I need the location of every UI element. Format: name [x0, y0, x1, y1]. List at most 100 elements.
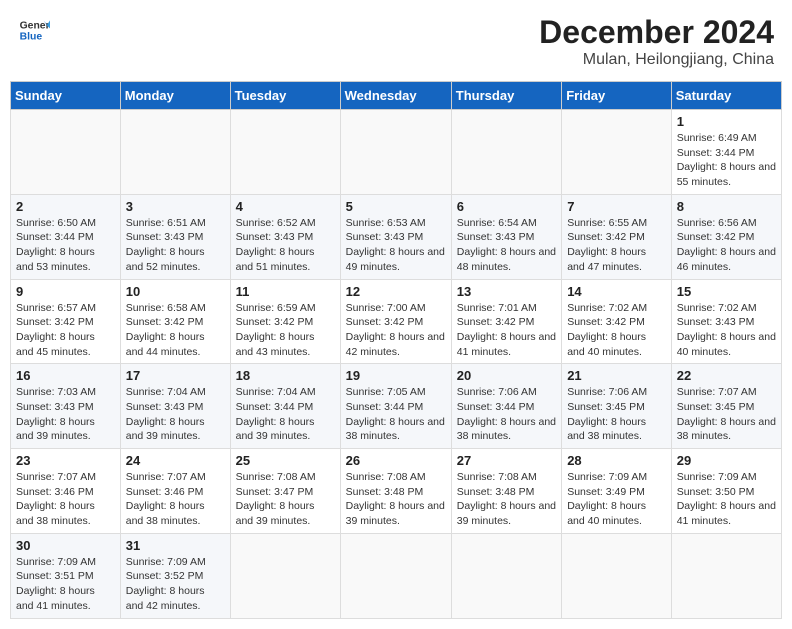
- calendar-cell: 11 Sunrise: 6:59 AMSunset: 3:42 PMDayligh…: [230, 279, 340, 364]
- day-info: Sunrise: 6:55 AMSunset: 3:42 PMDaylight:…: [567, 216, 666, 275]
- calendar-week-row: 1 Sunrise: 6:49 AMSunset: 3:44 PMDaylight…: [11, 110, 782, 195]
- day-number: 4: [236, 199, 335, 214]
- day-number: 7: [567, 199, 666, 214]
- calendar-week-row: 9Sunrise: 6:57 AMSunset: 3:42 PMDaylight…: [11, 279, 782, 364]
- column-header-saturday: Saturday: [671, 82, 781, 110]
- calendar-cell: 6Sunrise: 6:54 AMSunset: 3:43 PMDaylight…: [451, 194, 561, 279]
- day-info: Sunrise: 7:08 AMSunset: 3:48 PMDaylight:…: [457, 470, 556, 529]
- day-info: Sunrise: 7:02 AMSunset: 3:42 PMDaylight:…: [567, 301, 666, 360]
- column-header-sunday: Sunday: [11, 82, 121, 110]
- day-number: 31: [126, 538, 225, 553]
- day-info: Sunrise: 7:07 AMSunset: 3:46 PMDaylight:…: [126, 470, 225, 529]
- day-number: 22: [677, 368, 776, 383]
- day-number: 21: [567, 368, 666, 383]
- day-info: Sunrise: 6:50 AMSunset: 3:44 PMDaylight:…: [16, 216, 115, 275]
- calendar-cell: 2 Sunrise: 6:50 AMSunset: 3:44 PMDaylight…: [11, 194, 121, 279]
- svg-text:Blue: Blue: [20, 32, 43, 43]
- day-info: Sunrise: 7:08 AMSunset: 3:48 PMDaylight:…: [346, 470, 446, 529]
- day-info: Sunrise: 6:52 AMSunset: 3:43 PMDaylight:…: [236, 216, 335, 275]
- day-info: Sunrise: 7:06 AMSunset: 3:45 PMDaylight:…: [567, 385, 666, 444]
- day-info: Sunrise: 6:54 AMSunset: 3:43 PMDaylight:…: [457, 216, 556, 275]
- day-info: Sunrise: 7:02 AMSunset: 3:43 PMDaylight:…: [677, 301, 776, 360]
- svg-text:General: General: [20, 20, 50, 31]
- calendar-cell: 13Sunrise: 7:01 AMSunset: 3:42 PMDayligh…: [451, 279, 561, 364]
- calendar-cell: 8 Sunrise: 6:56 AMSunset: 3:42 PMDaylight…: [671, 194, 781, 279]
- day-number: 12: [346, 284, 446, 299]
- calendar-cell: 16 Sunrise: 7:03 AMSunset: 3:43 PMDayligh…: [11, 364, 121, 449]
- calendar-cell: 4 Sunrise: 6:52 AMSunset: 3:43 PMDaylight…: [230, 194, 340, 279]
- calendar-cell: 15 Sunrise: 7:02 AMSunset: 3:43 PMDayligh…: [671, 279, 781, 364]
- day-info: Sunrise: 6:58 AMSunset: 3:42 PMDaylight:…: [126, 301, 225, 360]
- day-number: 26: [346, 453, 446, 468]
- column-header-thursday: Thursday: [451, 82, 561, 110]
- day-info: Sunrise: 7:05 AMSunset: 3:44 PMDaylight:…: [346, 385, 446, 444]
- calendar-week-row: 23 Sunrise: 7:07 AMSunset: 3:46 PMDayligh…: [11, 449, 782, 534]
- calendar-cell: [451, 110, 561, 195]
- day-info: Sunrise: 6:49 AMSunset: 3:44 PMDaylight:…: [677, 131, 776, 190]
- day-info: Sunrise: 6:53 AMSunset: 3:43 PMDaylight:…: [346, 216, 446, 275]
- day-number: 2: [16, 199, 115, 214]
- calendar-week-row: 16 Sunrise: 7:03 AMSunset: 3:43 PMDayligh…: [11, 364, 782, 449]
- calendar-cell: 30Sunrise: 7:09 AMSunset: 3:51 PMDayligh…: [11, 533, 121, 618]
- column-header-wednesday: Wednesday: [340, 82, 451, 110]
- day-info: Sunrise: 6:59 AMSunset: 3:42 PMDaylight:…: [236, 301, 335, 360]
- day-info: Sunrise: 7:09 AMSunset: 3:49 PMDaylight:…: [567, 470, 666, 529]
- calendar-cell: 26 Sunrise: 7:08 AMSunset: 3:48 PMDayligh…: [340, 449, 451, 534]
- calendar-table: SundayMondayTuesdayWednesdayThursdayFrid…: [10, 81, 782, 619]
- calendar-cell: 1 Sunrise: 6:49 AMSunset: 3:44 PMDaylight…: [671, 110, 781, 195]
- logo: General Blue: [18, 14, 50, 46]
- day-info: Sunrise: 7:08 AMSunset: 3:47 PMDaylight:…: [236, 470, 335, 529]
- day-number: 8: [677, 199, 776, 214]
- day-info: Sunrise: 7:03 AMSunset: 3:43 PMDaylight:…: [16, 385, 115, 444]
- day-number: 29: [677, 453, 776, 468]
- day-info: Sunrise: 7:00 AMSunset: 3:42 PMDaylight:…: [346, 301, 446, 360]
- title-block: December 2024 Mulan, Heilongjiang, China: [539, 14, 774, 69]
- day-number: 25: [236, 453, 335, 468]
- day-number: 11: [236, 284, 335, 299]
- day-info: Sunrise: 7:09 AMSunset: 3:50 PMDaylight:…: [677, 470, 776, 529]
- calendar-cell: [230, 533, 340, 618]
- calendar-header-row: SundayMondayTuesdayWednesdayThursdayFrid…: [11, 82, 782, 110]
- day-number: 30: [16, 538, 115, 553]
- day-number: 3: [126, 199, 225, 214]
- day-number: 19: [346, 368, 446, 383]
- calendar-cell: [671, 533, 781, 618]
- day-info: Sunrise: 6:56 AMSunset: 3:42 PMDaylight:…: [677, 216, 776, 275]
- column-header-friday: Friday: [562, 82, 672, 110]
- calendar-cell: 9Sunrise: 6:57 AMSunset: 3:42 PMDaylight…: [11, 279, 121, 364]
- column-header-tuesday: Tuesday: [230, 82, 340, 110]
- day-info: Sunrise: 7:01 AMSunset: 3:42 PMDaylight:…: [457, 301, 556, 360]
- calendar-cell: 7 Sunrise: 6:55 AMSunset: 3:42 PMDaylight…: [562, 194, 672, 279]
- day-info: Sunrise: 7:07 AMSunset: 3:45 PMDaylight:…: [677, 385, 776, 444]
- calendar-cell: 23Sunrise: 7:07 AMSunset: 3:46 PMDayligh…: [11, 449, 121, 534]
- day-number: 14: [567, 284, 666, 299]
- calendar-cell: 5 Sunrise: 6:53 AMSunset: 3:43 PMDaylight…: [340, 194, 451, 279]
- calendar-cell: [230, 110, 340, 195]
- day-number: 5: [346, 199, 446, 214]
- calendar-cell: 25 Sunrise: 7:08 AMSunset: 3:47 PMDayligh…: [230, 449, 340, 534]
- day-number: 16: [16, 368, 115, 383]
- calendar-cell: 28 Sunrise: 7:09 AMSunset: 3:49 PMDayligh…: [562, 449, 672, 534]
- calendar-cell: [340, 110, 451, 195]
- day-number: 15: [677, 284, 776, 299]
- day-info: Sunrise: 6:57 AMSunset: 3:42 PMDaylight:…: [16, 301, 115, 360]
- calendar-cell: 29 Sunrise: 7:09 AMSunset: 3:50 PMDayligh…: [671, 449, 781, 534]
- day-number: 23: [16, 453, 115, 468]
- calendar-cell: 14 Sunrise: 7:02 AMSunset: 3:42 PMDayligh…: [562, 279, 672, 364]
- calendar-cell: 24 Sunrise: 7:07 AMSunset: 3:46 PMDayligh…: [120, 449, 230, 534]
- calendar-cell: [562, 110, 672, 195]
- day-number: 24: [126, 453, 225, 468]
- day-number: 1: [677, 114, 776, 129]
- calendar-cell: 12 Sunrise: 7:00 AMSunset: 3:42 PMDayligh…: [340, 279, 451, 364]
- logo-icon: General Blue: [18, 14, 50, 46]
- subtitle: Mulan, Heilongjiang, China: [539, 51, 774, 69]
- calendar-cell: 31Sunrise: 7:09 AMSunset: 3:52 PMDayligh…: [120, 533, 230, 618]
- day-info: Sunrise: 7:04 AMSunset: 3:44 PMDaylight:…: [236, 385, 335, 444]
- calendar-cell: [11, 110, 121, 195]
- calendar-week-row: 2 Sunrise: 6:50 AMSunset: 3:44 PMDaylight…: [11, 194, 782, 279]
- calendar-cell: 10Sunrise: 6:58 AMSunset: 3:42 PMDayligh…: [120, 279, 230, 364]
- day-number: 28: [567, 453, 666, 468]
- calendar-cell: 17Sunrise: 7:04 AMSunset: 3:43 PMDayligh…: [120, 364, 230, 449]
- calendar-cell: 18Sunrise: 7:04 AMSunset: 3:44 PMDayligh…: [230, 364, 340, 449]
- calendar-cell: [120, 110, 230, 195]
